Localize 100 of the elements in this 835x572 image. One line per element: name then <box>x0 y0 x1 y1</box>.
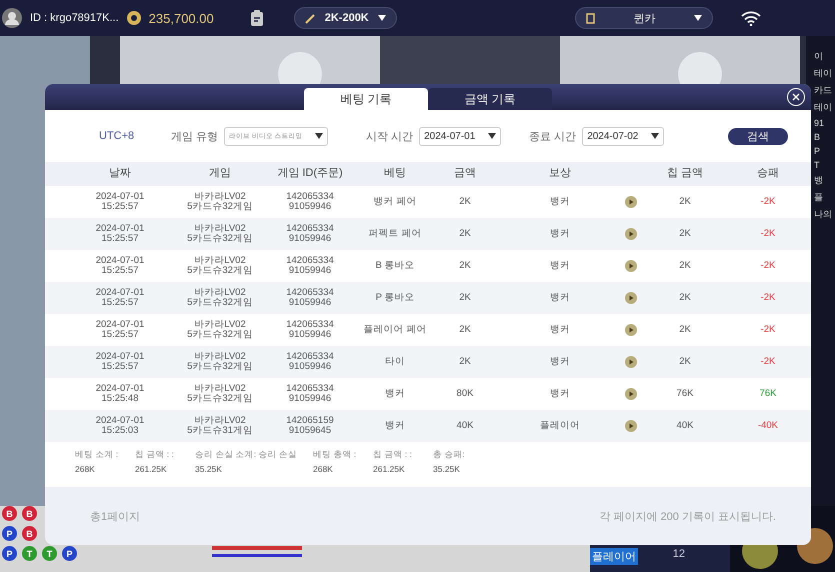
date-cell-text: 2024-07-01 15:25:57 <box>94 224 146 244</box>
result-cell-text: -2K <box>760 357 776 367</box>
play-icon[interactable] <box>625 196 637 208</box>
summary-label: 칩 금액 : : <box>373 449 413 461</box>
coin-icon <box>126 11 141 25</box>
caret-icon <box>651 133 660 139</box>
timezone-label: UTC+8 <box>99 130 136 142</box>
player-label: 플레이어 <box>590 548 638 565</box>
chip-amount-cell-text: 2K <box>678 325 692 335</box>
amount-cell-text: 80K <box>456 389 474 399</box>
play-icon[interactable] <box>625 356 637 368</box>
play-icon[interactable] <box>625 324 637 336</box>
game-cell-text: 바카라LV02 5카드슈32게임 <box>186 256 254 276</box>
chip-amount-cell-text: 2K <box>678 197 692 207</box>
bet-cell-text: 플레이어 페어 <box>362 325 428 335</box>
date-cell-text: 2024-07-01 15:25:57 <box>94 288 146 308</box>
date-cell-text: 2024-07-01 15:25:57 <box>94 256 146 276</box>
summary-label: 칩 금액 : : <box>135 449 175 461</box>
play-icon[interactable] <box>625 420 637 432</box>
side-panel-text: P <box>814 146 822 156</box>
game-cell-text: 바카라LV02 5카드슈32게임 <box>186 352 254 372</box>
summary-value: 35.25K <box>433 464 461 474</box>
clipboard-icon[interactable] <box>250 10 264 26</box>
game-id-cell-text: 142065334 91059946 <box>285 288 335 308</box>
date-cell-text: 2024-07-01 15:25:57 <box>94 352 146 372</box>
summary-label: 베팅 총액 : <box>313 449 358 461</box>
date-cell-text: 2024-07-01 15:25:03 <box>94 416 146 436</box>
column-header: 금액 <box>453 168 477 180</box>
caret-icon <box>488 133 496 139</box>
column-header: 승패 <box>756 168 780 180</box>
game-type-label: 게임 유형 <box>171 130 218 144</box>
end-date-select[interactable]: 2024-07-02 <box>582 126 664 146</box>
column-header: 보상 <box>548 168 572 180</box>
game-cell-text: 바카라LV02 5카드슈32게임 <box>186 320 254 340</box>
result-cell-text: -2K <box>760 261 776 271</box>
amount-cell-text: 40K <box>456 421 474 431</box>
amount-cell-text: 2K <box>458 229 472 239</box>
column-header: 날짜 <box>108 168 132 180</box>
chip-amount-cell-text: 2K <box>678 357 692 367</box>
balance: 235,700.00 <box>148 10 214 26</box>
summary-label: 총 승패: <box>433 449 466 461</box>
game-id-cell-text: 142065334 91059946 <box>285 320 335 340</box>
result-cell-text: -2K <box>760 293 776 303</box>
game-id-cell-text: 142065334 91059946 <box>285 192 335 212</box>
reward-cell-text: 뱅커 <box>549 389 571 399</box>
side-panel-text: 테이 <box>814 67 833 80</box>
reward-cell-text: 뱅커 <box>549 261 571 271</box>
end-time-label: 종료 시간 <box>529 130 576 144</box>
side-panel-text: B <box>814 132 822 142</box>
amount-cell-text: 2K <box>458 197 472 207</box>
side-panel-text: 카드 <box>814 84 833 97</box>
reward-cell-text: 뱅커 <box>549 325 571 335</box>
chip-amount-cell-text: 2K <box>678 229 692 239</box>
reward-cell-text: 뱅커 <box>549 229 571 239</box>
play-icon[interactable] <box>625 292 637 304</box>
search-button[interactable]: 검색 <box>728 128 788 144</box>
history-tab[interactable]: 금액 기록 <box>428 88 552 110</box>
bet-cell-text: 뱅커 페어 <box>372 197 418 207</box>
column-header: 게임 <box>208 168 232 180</box>
bet-cell-text: P 롱바오 <box>374 293 416 303</box>
start-time-label: 시작 시간 <box>366 130 414 144</box>
card-icon <box>586 12 595 24</box>
result-cell-text: -2K <box>760 325 776 335</box>
reward-cell-text: 뱅커 <box>549 293 571 303</box>
chip-amount-cell-text: 2K <box>678 261 692 271</box>
chip-amount-cell-text: 76K <box>676 389 694 399</box>
game-cell-text: 바카라LV02 5카드슈32게임 <box>186 224 254 244</box>
play-icon[interactable] <box>625 260 637 272</box>
start-date-select[interactable]: 2024-07-01 <box>419 126 502 146</box>
date-cell-text: 2024-07-01 15:25:57 <box>94 192 146 212</box>
result-cell-text: -2K <box>760 229 776 239</box>
close-button[interactable] <box>787 88 805 106</box>
game-cell-text: 바카라LV02 5카드슈32게임 <box>186 192 254 212</box>
limit-dropdown[interactable]: 2K-200K <box>294 7 397 29</box>
side-panel-text: 이 <box>814 50 824 63</box>
caret-icon <box>378 15 386 21</box>
play-icon[interactable] <box>625 388 637 400</box>
reward-cell-text: 뱅커 <box>549 357 571 367</box>
play-icon[interactable] <box>625 228 637 240</box>
column-header: 게임 ID(주문) <box>276 168 344 180</box>
side-panel-text: 플 <box>814 191 824 204</box>
caret-icon <box>315 133 324 139</box>
records-per-page: 각 페이지에 200 기록이 표시됩니다. <box>599 510 776 524</box>
amount-cell-text: 2K <box>458 261 472 271</box>
history-tab[interactable]: 베팅 기록 <box>304 88 428 110</box>
reward-cell-text: 뱅커 <box>549 197 571 207</box>
player-count: 12 <box>672 548 685 562</box>
close-icon <box>792 93 800 101</box>
summary-value: 35.25K <box>195 464 223 474</box>
game-cell-text: 바카라LV02 5카드슈32게임 <box>186 384 254 404</box>
caret-icon <box>694 15 702 21</box>
avatar-icon <box>2 8 22 28</box>
amount-cell-text: 2K <box>458 357 472 367</box>
chip-amount-cell-text: 2K <box>678 293 692 303</box>
result-cell-text: -2K <box>760 197 776 207</box>
summary-label: 베팅 소계 : <box>75 449 120 461</box>
summary-value: 268K <box>75 464 96 474</box>
game-cell-text: 바카라LV02 5카드슈32게임 <box>186 288 254 308</box>
table-dropdown[interactable]: 퀸카 <box>574 7 713 29</box>
bet-cell-text: B 롱바오 <box>374 261 416 271</box>
